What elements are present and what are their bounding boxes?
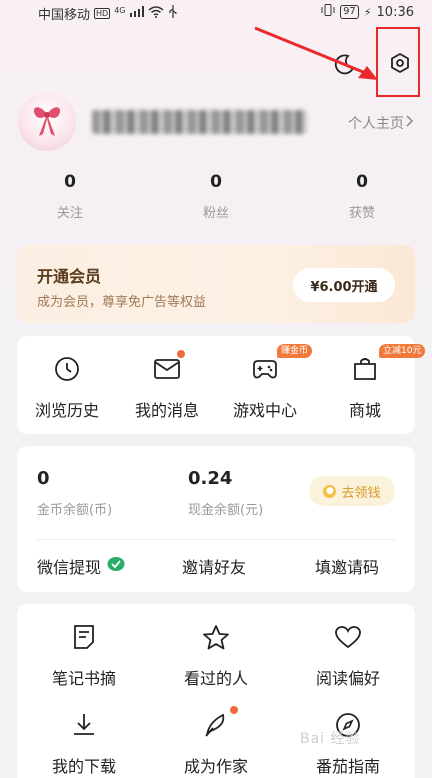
quill-icon [203,712,229,742]
get-money-label: 去领钱 [341,485,381,501]
coin-balance-value: 0 [37,468,50,489]
stat-likes[interactable]: 0 获赞 [312,172,412,221]
earn-coins-tag: 赚金币 [277,344,313,358]
star-icon [202,624,230,654]
enter-invite-code-label: 填邀请码 [315,558,380,577]
vip-subtitle: 成为会员，尊享免广告等权益 [37,295,207,310]
stat-following[interactable]: 0 关注 [20,172,120,221]
tool-label: 阅读偏好 [315,669,380,688]
tool-label: 成为作家 [183,757,248,776]
coin-balance-label: 金币余额(币) [37,503,113,518]
stat-fans[interactable]: 0 粉丝 [166,172,266,221]
tool-label: 看过的人 [183,669,248,688]
wechat-withdraw-label: 微信提现 [37,558,102,577]
vibrate-icon [321,4,335,20]
vip-card[interactable]: 开通会员 成为会员，尊享免广告等权益 ¥6.00开通 [17,245,415,323]
tool-label: 番茄指南 [315,757,380,776]
get-money-button[interactable]: ● 去领钱 [309,476,395,506]
invite-friends-link[interactable]: 邀请好友 [182,554,246,578]
discount-tag: 立减10元 [379,344,426,358]
menu-item-label: 浏览历史 [34,401,99,420]
menu-item-game-center[interactable]: 赚金币 游戏中心 [215,344,315,421]
battery-indicator: 97 [340,5,359,19]
download-icon [71,712,97,742]
menu-item-label: 游戏中心 [232,401,297,420]
notification-dot [230,706,238,714]
heart-icon [334,625,362,653]
cash-balance-label: 现金余额(元) [188,503,264,518]
status-bar: 中国移动 HD 4G 97 ⚡ 10:36 [0,0,432,24]
tool-viewers[interactable]: 看过的人 [166,624,266,689]
profile-stats: 0 关注 0 粉丝 0 获赞 [0,172,432,232]
stat-label: 关注 [56,206,83,221]
wallet-card: 0 金币余额(币) 0.24 现金余额(元) ● 去领钱 微信提现 邀请好友 填… [17,446,415,592]
tool-label: 我的下载 [51,757,116,776]
clock-icon [54,356,80,386]
signal-icon [129,6,144,21]
bow-avatar-icon [30,100,64,144]
vip-title: 开通会员 [37,267,102,286]
cash-balance-value: 0.24 [188,468,233,489]
homepage-label: 个人主页 [348,116,404,132]
tools-card: 笔记书摘 看过的人 阅读偏好 我的下载 成为作家 番茄指南 [17,604,415,778]
tool-notes[interactable]: 笔记书摘 [34,624,134,689]
tool-label: 笔记书摘 [51,669,116,688]
hd-badge: HD [94,8,111,19]
note-icon [72,624,96,654]
mail-icon [154,358,180,384]
gamepad-icon [250,357,280,385]
menu-item-shop[interactable]: 立减10元 商城 [315,344,426,421]
usb-icon [168,5,178,22]
moon-icon [333,53,355,79]
clock-time: 10:36 [376,4,414,20]
wifi-icon [148,5,164,22]
night-mode-button[interactable] [330,52,358,80]
notification-dot [177,350,185,358]
enter-invite-code-link[interactable]: 填邀请码 [315,554,379,578]
stat-label: 获赞 [348,206,375,221]
menu-item-messages[interactable]: 我的消息 [117,350,217,421]
quick-menu-card: 浏览历史 我的消息 赚金币 游戏中心 立减10元 商城 [17,336,426,434]
tool-become-author[interactable]: 成为作家 [166,706,266,777]
menu-item-history[interactable]: 浏览历史 [17,356,117,421]
menu-item-label: 我的消息 [134,401,199,420]
shop-icon [352,357,378,385]
stat-label: 粉丝 [202,206,229,221]
stat-value: 0 [210,172,222,192]
stat-value: 0 [356,172,368,192]
menu-item-label: 商城 [348,401,381,420]
divider [37,539,395,540]
vip-open-button[interactable]: ¥6.00开通 [293,268,395,302]
invite-friends-label: 邀请好友 [182,558,247,577]
tool-downloads[interactable]: 我的下载 [34,712,134,777]
charging-icon: ⚡ [363,5,372,19]
stat-value: 0 [64,172,76,192]
tool-reading-preference[interactable]: 阅读偏好 [298,624,398,689]
personal-homepage-link[interactable]: 个人主页 [348,113,414,133]
username-blurred [92,110,307,134]
wechat-withdraw-link[interactable]: 微信提现 [37,554,125,578]
highlight-box [376,27,420,97]
wechat-icon [107,556,125,576]
chevron-right-icon [406,115,414,131]
avatar[interactable] [18,93,76,151]
signal-label: 4G [114,6,126,15]
watermark: Bai 经验 [300,731,361,747]
carrier-label: 中国移动 [38,8,91,23]
coin-icon: ● [323,484,337,498]
